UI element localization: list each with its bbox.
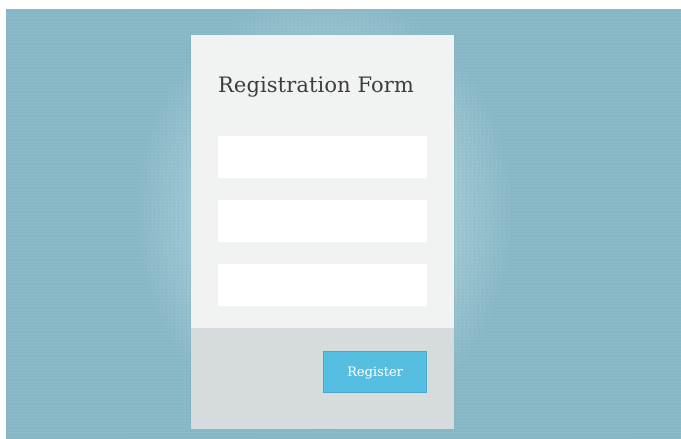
- registration-field-3[interactable]: [218, 264, 427, 306]
- registration-form-card: Registration Form Register: [191, 35, 454, 429]
- register-button[interactable]: Register: [323, 351, 427, 393]
- registration-field-1[interactable]: [218, 136, 427, 178]
- form-footer: Register: [191, 328, 454, 429]
- page-background: Registration Form Register: [6, 9, 681, 439]
- form-title: Registration Form: [218, 73, 414, 97]
- registration-field-2[interactable]: [218, 200, 427, 242]
